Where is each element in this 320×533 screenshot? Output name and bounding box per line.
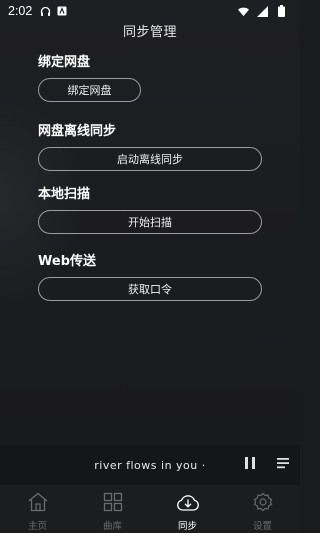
tab-library-label: 曲库 (102, 521, 122, 532)
section-title-offline-sync: 网盘离线同步 (38, 124, 117, 139)
start-offline-sync-button[interactable]: 启动离线同步 (38, 147, 262, 171)
settings-gear-icon (253, 492, 273, 516)
section-web-transfer: Web传送 获取口令 (38, 250, 262, 301)
playlist-icon[interactable] (276, 455, 290, 469)
tab-home[interactable]: 主页 (0, 485, 75, 533)
cell-signal-icon (257, 5, 268, 17)
bottom-tab-bar: 主页 曲库 同步 设置 (0, 485, 300, 533)
page-title: 同步管理 (122, 25, 177, 40)
section-bind-cloud: 绑定网盘 绑定网盘 (38, 51, 262, 102)
tab-library[interactable]: 曲库 (75, 485, 150, 533)
notification-app-icon (56, 6, 67, 17)
mini-player[interactable]: river flows in you · (0, 445, 300, 485)
section-offline-sync: 网盘离线同步 启动离线同步 (38, 120, 262, 171)
get-code-button[interactable]: 获取口令 (38, 277, 262, 301)
headphones-icon (40, 6, 51, 17)
section-local-scan: 本地扫描 开始扫描 (38, 183, 262, 234)
library-grid-icon (103, 492, 123, 516)
battery-icon (276, 5, 287, 17)
section-title-web-transfer: Web传送 (38, 254, 96, 269)
pause-icon[interactable] (243, 455, 257, 469)
section-title-local-scan: 本地扫描 (38, 187, 91, 202)
tab-settings[interactable]: 设置 (225, 485, 300, 533)
status-bar: 2:02 (0, 0, 300, 22)
tab-settings-label: 设置 (252, 521, 272, 532)
tab-sync-label: 同步 (177, 521, 197, 532)
tab-home-label: 主页 (27, 521, 47, 532)
home-icon (27, 492, 49, 516)
wifi-icon (238, 6, 249, 17)
sync-cloud-icon (176, 492, 200, 516)
section-title-bind-cloud: 绑定网盘 (38, 55, 91, 70)
start-scan-button[interactable]: 开始扫描 (38, 210, 262, 234)
tab-sync[interactable]: 同步 (150, 485, 225, 533)
bind-cloud-button[interactable]: 绑定网盘 (38, 78, 141, 102)
status-time: 2:02 (8, 4, 33, 18)
